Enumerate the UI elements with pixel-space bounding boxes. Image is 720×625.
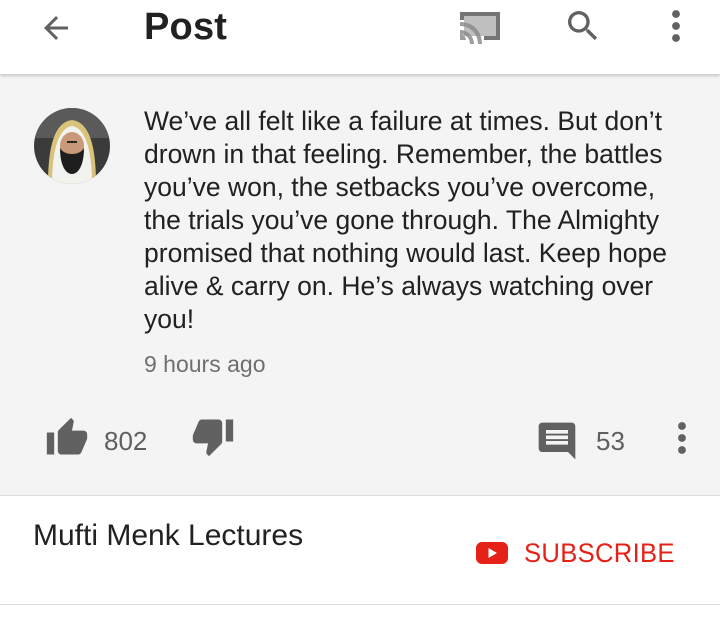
thumb-down-icon xyxy=(192,419,234,457)
search-button[interactable] xyxy=(561,4,605,48)
channel-avatar[interactable] xyxy=(34,108,110,184)
more-vert-icon xyxy=(678,422,686,454)
more-vert-icon xyxy=(672,10,680,42)
community-post: We’ve all felt like a failure at times. … xyxy=(0,74,720,496)
post-body-text: We’ve all felt like a failure at times. … xyxy=(144,106,667,334)
post-more-options-button[interactable] xyxy=(668,418,696,458)
app-bar: Post xyxy=(0,0,720,74)
like-button[interactable] xyxy=(44,416,90,460)
more-options-button[interactable] xyxy=(660,4,692,48)
subscribe-label: SUBSCRIBE xyxy=(524,537,675,568)
subscribe-button[interactable]: SUBSCRIBE xyxy=(476,535,683,571)
dislike-button[interactable] xyxy=(190,414,236,458)
back-button[interactable] xyxy=(36,8,76,48)
comment-icon xyxy=(538,422,576,460)
cast-icon xyxy=(460,12,500,44)
post-timestamp: 9 hours ago xyxy=(144,351,266,377)
thumb-up-icon xyxy=(46,417,88,455)
page-title: Post xyxy=(144,6,228,48)
like-count: 802 xyxy=(104,426,148,456)
comment-count: 53 xyxy=(596,426,625,456)
youtube-play-icon xyxy=(476,542,508,564)
channel-row: Mufti Menk Lectures SUBSCRIBE xyxy=(0,497,720,605)
comments-button[interactable] xyxy=(534,418,580,464)
back-arrow-icon xyxy=(44,16,68,40)
search-icon xyxy=(568,11,598,41)
cast-button[interactable] xyxy=(456,6,504,46)
channel-name[interactable]: Mufti Menk Lectures xyxy=(33,519,303,553)
